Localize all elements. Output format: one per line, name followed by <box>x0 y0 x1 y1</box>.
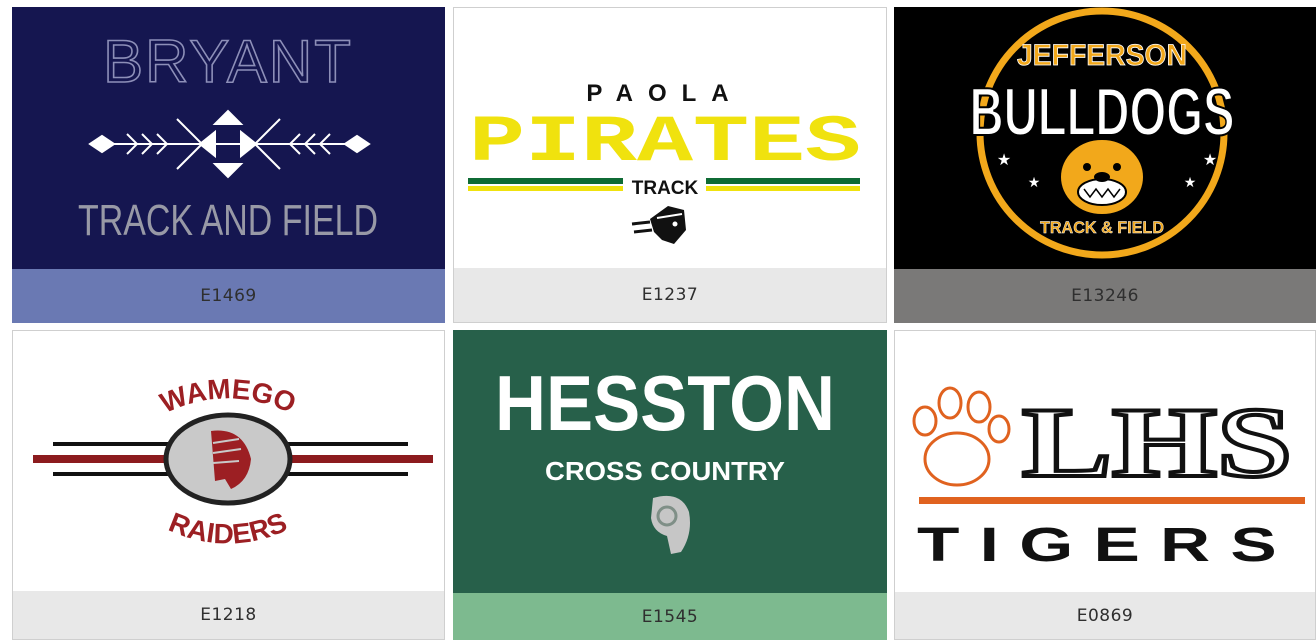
logo-text-school: LHS <box>1022 387 1292 498</box>
design-gallery-grid: BRYANT TRACK AND FIELD E1469 PAOLA PIRAT… <box>0 0 1316 640</box>
star-icon: ★ <box>1028 174 1041 190</box>
design-preview-e1218[interactable]: WAMEGO RAIDERS <box>13 331 444 593</box>
design-preview-e13246[interactable]: JEFFERSON BULLDOGS ★ ★ ★ ★ TRACK & FIELD <box>894 7 1316 269</box>
design-card-e13246[interactable]: JEFFERSON BULLDOGS ★ ★ ★ ★ TRACK & FIELD… <box>894 7 1316 323</box>
star-icon: ★ <box>1203 152 1217 169</box>
logo-text-sport: TRACK <box>632 178 699 199</box>
logo-divider <box>919 497 1305 504</box>
logo-text-mascot: PIRATES <box>469 105 861 180</box>
logo-text-sport: TRACK & FIELD <box>1040 218 1164 237</box>
design-preview-e1237[interactable]: PAOLA PIRATES TRACK <box>454 8 886 270</box>
star-icon: ★ <box>1184 174 1197 190</box>
design-preview-e0869[interactable]: LHS TIGERS <box>895 331 1315 593</box>
logo-text-sport: CROSS COUNTRY <box>545 456 785 486</box>
arrow-ornament-icon <box>88 109 371 179</box>
logo-text-mascot: TIGERS <box>917 519 1297 572</box>
design-card-e1545[interactable]: HESSTON CROSS COUNTRY E1545 <box>453 330 887 640</box>
design-code-label[interactable]: E1545 <box>453 593 887 640</box>
design-code-label[interactable]: E1237 <box>454 268 886 322</box>
logo-text-city: PAOLA <box>586 80 743 107</box>
design-code-label[interactable]: E0869 <box>895 592 1315 639</box>
bryant-track-logo: BRYANT TRACK AND FIELD <box>78 27 378 245</box>
jefferson-bulldogs-logo: JEFFERSON BULLDOGS ★ ★ ★ ★ TRACK & FIELD <box>969 7 1236 259</box>
pirate-head-icon <box>631 206 686 244</box>
design-card-e1237[interactable]: PAOLA PIRATES TRACK E1237 <box>453 7 887 323</box>
logo-text-mascot: RAIDERS <box>165 506 291 549</box>
paw-print-icon <box>912 386 1011 487</box>
logo-text-school: BRYANT <box>103 28 353 95</box>
design-code-label[interactable]: E1469 <box>12 269 445 323</box>
design-preview-e1469[interactable]: BRYANT TRACK AND FIELD <box>12 7 445 269</box>
paola-pirates-logo: PAOLA PIRATES TRACK <box>468 80 861 244</box>
design-card-e1469[interactable]: BRYANT TRACK AND FIELD E1469 <box>12 7 445 323</box>
bulldog-icon <box>1059 138 1145 216</box>
logo-text-school: JEFFERSON <box>1017 39 1187 72</box>
ram-head-icon <box>651 495 690 554</box>
design-card-e1218[interactable]: WAMEGO RAIDERS E1218 <box>12 330 445 640</box>
design-code-label[interactable]: E13246 <box>894 269 1316 323</box>
logo-text-school: HESSTON <box>495 359 835 447</box>
hesston-xc-logo: HESSTON CROSS COUNTRY <box>495 359 835 554</box>
wamego-raiders-logo: WAMEGO RAIDERS <box>33 373 433 550</box>
design-code-label[interactable]: E1218 <box>13 591 444 639</box>
design-card-e0869[interactable]: LHS TIGERS E0869 <box>894 330 1316 640</box>
design-preview-e1545[interactable]: HESSTON CROSS COUNTRY <box>453 330 887 593</box>
logo-text-sport: TRACK AND FIELD <box>78 196 378 245</box>
lhs-tigers-logo: LHS TIGERS <box>912 385 1305 572</box>
star-icon: ★ <box>997 152 1011 169</box>
logo-text-school: WAMEGO <box>156 373 301 419</box>
